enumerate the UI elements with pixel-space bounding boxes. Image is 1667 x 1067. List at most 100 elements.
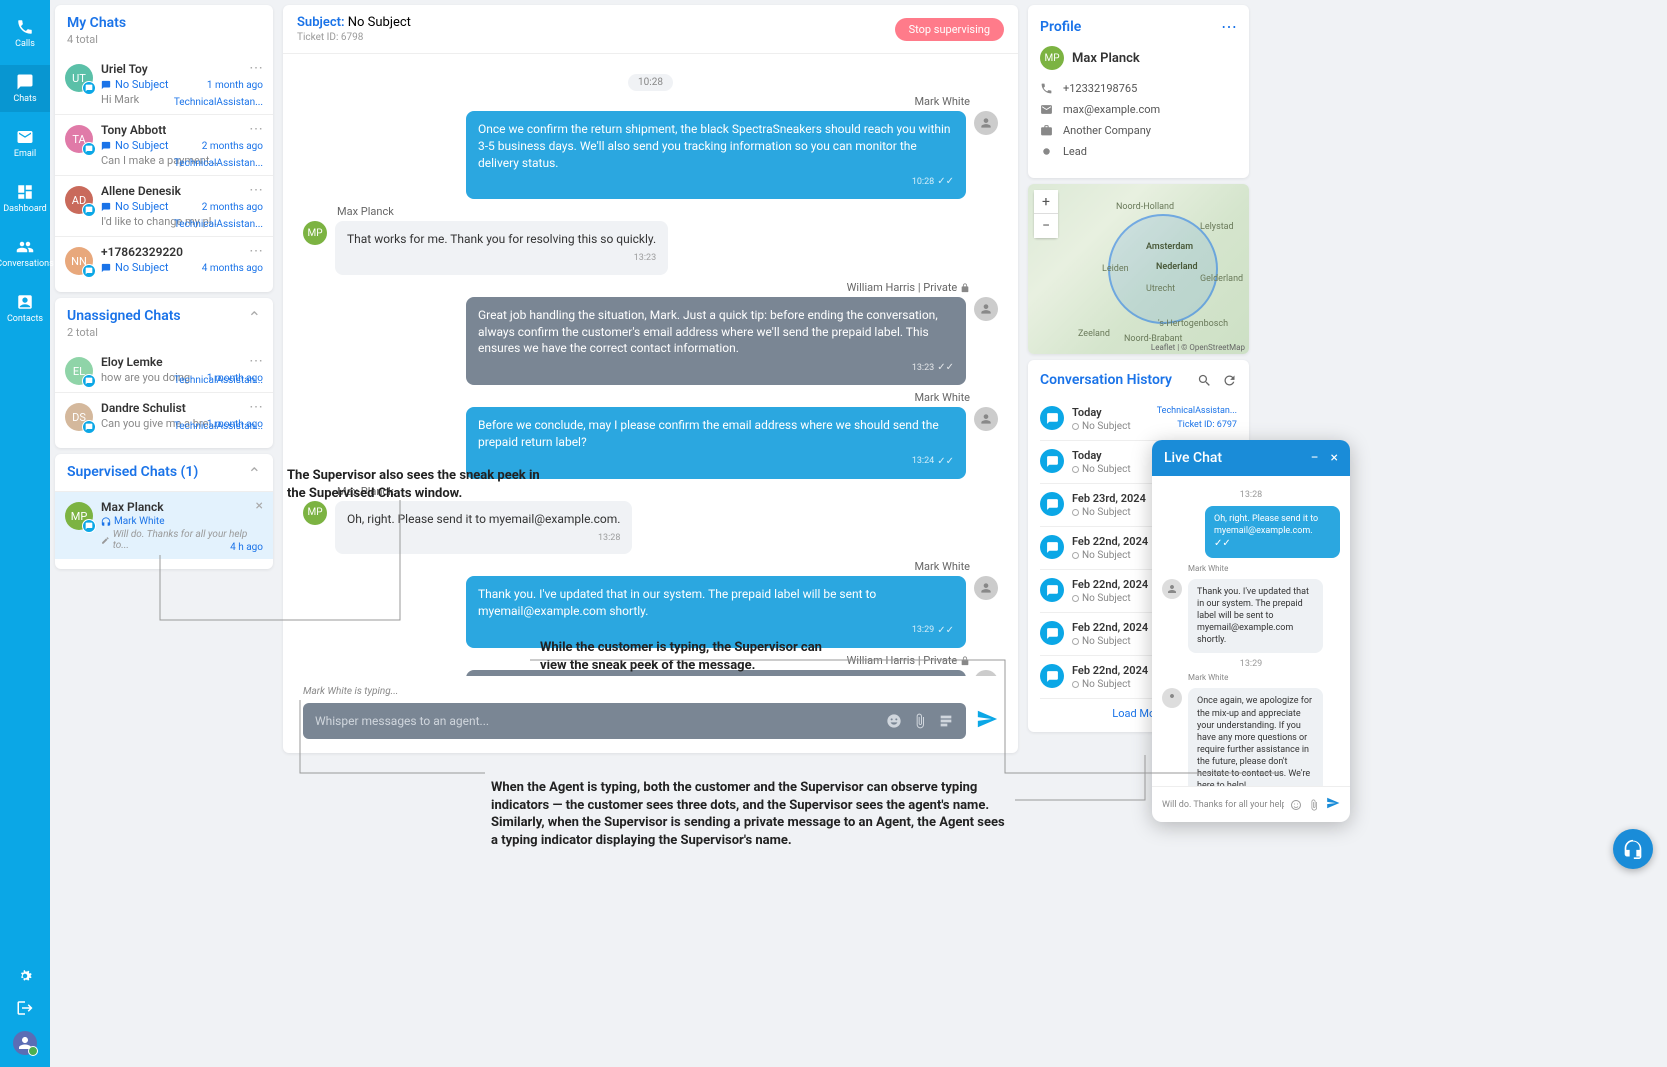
avatar: DS: [65, 403, 93, 431]
profile-phone: +12332198765: [1040, 82, 1237, 95]
stop-supervising-button[interactable]: Stop supervising: [895, 18, 1004, 41]
ticket-id: Ticket ID: 6798: [297, 32, 411, 43]
floating-chat-button[interactable]: [1613, 829, 1653, 869]
chat-badge-icon: [82, 81, 96, 95]
zoom-in-button[interactable]: +: [1034, 190, 1058, 214]
more-icon[interactable]: ⋯: [249, 243, 263, 259]
lc-sender: Mark White: [1188, 673, 1340, 682]
chat-item[interactable]: EL Eloy Lemke how are you doing ⋯ 1 mont…: [55, 347, 273, 392]
dashboard-icon: [16, 183, 34, 201]
lc-agent-message: Thank you. I've updated that in our syst…: [1162, 579, 1340, 654]
map-card[interactable]: + − Noord-Holland Amsterdam Lelystad Lei…: [1028, 184, 1249, 354]
nav-sidebar: Calls Chats Email Dashboard Conversation…: [0, 0, 50, 1067]
history-avatar: [1040, 664, 1064, 688]
close-icon[interactable]: ×: [256, 498, 263, 514]
nav-email[interactable]: Email: [0, 120, 50, 167]
email-icon: [1040, 103, 1053, 116]
conversation-footer: Mark White is typing...: [283, 676, 1018, 753]
message-bubble: Great job handling the situation, Mark. …: [466, 297, 966, 385]
profile-status: Lead: [1040, 145, 1237, 158]
chat-dept: TechnicalAssistan...: [174, 97, 263, 108]
message-bubble: Thank you. I've updated that in our syst…: [466, 576, 966, 648]
template-icon[interactable]: [938, 713, 954, 729]
more-icon[interactable]: ⋯: [249, 182, 263, 198]
profile-avatar: MP: [1040, 46, 1064, 70]
history-avatar: [1040, 406, 1064, 430]
history-ticket: Ticket ID: 6797: [1177, 420, 1237, 430]
message-sender: Mark White: [303, 391, 970, 404]
email-icon: [16, 128, 34, 146]
avatar: AD: [65, 186, 93, 214]
supervised-agent: Mark White: [101, 516, 261, 527]
map-label: Gelderland: [1200, 274, 1243, 284]
live-chat-body[interactable]: 13:28 Oh, right. Please send it to myema…: [1152, 476, 1350, 786]
collapse-icon[interactable]: ⌃: [248, 308, 261, 327]
avatar: [974, 111, 998, 135]
collapse-icon[interactable]: ⌃: [248, 464, 261, 483]
send-button[interactable]: [976, 708, 998, 734]
refresh-icon[interactable]: [1222, 373, 1237, 388]
history-item[interactable]: Today No Subject TechnicalAssistan... Ti…: [1040, 398, 1237, 441]
chat-badge-icon: [82, 264, 96, 278]
zoom-out-button[interactable]: −: [1034, 214, 1058, 238]
conversation-body[interactable]: 10:28 Mark White Once we confirm the ret…: [283, 54, 1018, 676]
profile-title: Profile: [1040, 19, 1081, 35]
message-bubble: Once we confirm the return shipment, the…: [466, 111, 966, 199]
profile-menu-icon[interactable]: ⋯: [1221, 17, 1237, 36]
chat-badge-icon: [82, 420, 96, 434]
chat-badge-icon: [82, 519, 96, 533]
supervised-chat-item[interactable]: MP Max Planck Mark White Will do. Thanks…: [55, 491, 273, 559]
logout-icon[interactable]: [16, 999, 34, 1017]
typing-indicator: Mark White is typing...: [303, 686, 998, 697]
nav-contacts[interactable]: Contacts: [0, 285, 50, 332]
search-icon[interactable]: [1197, 373, 1212, 388]
emoji-icon[interactable]: [886, 713, 902, 729]
more-icon[interactable]: ⋯: [249, 399, 263, 415]
chat-dept: TechnicalAssistan...: [174, 421, 263, 432]
map-label: Zeeland: [1078, 329, 1110, 339]
map-label: Leiden: [1102, 264, 1129, 274]
minimize-icon[interactable]: −: [1311, 450, 1319, 466]
status-icon: [1040, 145, 1053, 158]
avatar: NN: [65, 247, 93, 275]
chat-item[interactable]: UT Uriel Toy No Subject Hi Mark ⋯ 1 mont…: [55, 54, 273, 114]
avatar: [1162, 579, 1182, 599]
chat-item[interactable]: TA Tony Abbott No Subject Can I make a p…: [55, 114, 273, 175]
live-chat-header: Live Chat − ×: [1152, 440, 1350, 476]
chat-dept: TechnicalAssistan...: [174, 375, 263, 386]
my-chats-section: My Chats 4 total UT Uriel Toy No Subject…: [55, 5, 273, 292]
chat-item[interactable]: DS Dandre Schulist Can you give me a bre…: [55, 392, 273, 438]
chat-time: 2 months ago: [202, 141, 263, 152]
chat-name: +17862329220: [101, 245, 261, 259]
emoji-icon[interactable]: [1290, 799, 1302, 811]
chat-icon: [101, 263, 111, 273]
live-chat-footer: [1152, 786, 1350, 822]
supervised-chats-section: Supervised Chats (1) ⌃ MP Max Planck Mar…: [55, 454, 273, 569]
chat-item[interactable]: NN +17862329220 No Subject ⋯ 4 months ag…: [55, 236, 273, 282]
settings-icon[interactable]: [16, 967, 34, 985]
map-label: Lelystad: [1200, 222, 1234, 232]
current-user-avatar[interactable]: [13, 1031, 37, 1055]
live-chat-send-button[interactable]: [1326, 795, 1340, 814]
map-zoom: + −: [1034, 190, 1058, 238]
chat-list-column: My Chats 4 total UT Uriel Toy No Subject…: [55, 5, 273, 569]
live-chat-input[interactable]: [1162, 800, 1284, 810]
nav-chats[interactable]: Chats: [0, 65, 50, 112]
nav-dashboard[interactable]: Dashboard: [0, 175, 50, 222]
whisper-input[interactable]: [315, 714, 886, 728]
more-icon[interactable]: ⋯: [249, 121, 263, 137]
avatar: MP: [303, 501, 327, 525]
profile-card: Profile ⋯ MP Max Planck +12332198765 max…: [1028, 5, 1249, 178]
lc-agent-message: Once again, we apologize for the mix-up …: [1162, 688, 1340, 786]
more-icon[interactable]: ⋯: [249, 353, 263, 369]
attach-icon[interactable]: [1308, 799, 1320, 811]
close-icon[interactable]: ×: [1331, 450, 1338, 466]
nav-calls[interactable]: Calls: [0, 10, 50, 57]
message-sender: Mark White: [303, 95, 970, 108]
chat-item[interactable]: AD Allene Denesik No Subject I'd like to…: [55, 175, 273, 236]
unassigned-chats-section: Unassigned Chats 2 total ⌃ EL Eloy Lemke…: [55, 298, 273, 448]
conversations-icon: [16, 238, 34, 256]
attach-icon[interactable]: [912, 713, 928, 729]
more-icon[interactable]: ⋯: [249, 60, 263, 76]
nav-conversations[interactable]: Conversations: [0, 230, 50, 277]
